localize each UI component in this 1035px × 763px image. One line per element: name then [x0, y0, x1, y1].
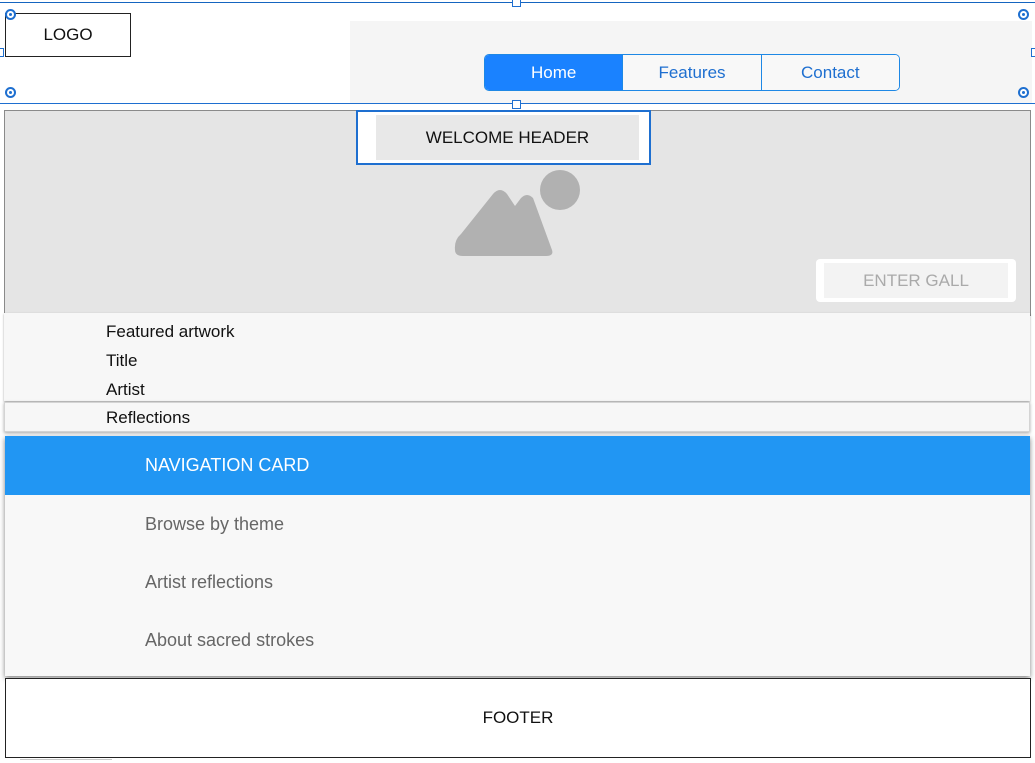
- nav-features-button[interactable]: Features: [622, 55, 761, 90]
- anchor-handle-bottom-right[interactable]: [1018, 87, 1029, 98]
- resize-handle-bottom[interactable]: [512, 100, 521, 109]
- nav-card-item-artist-reflections[interactable]: Artist reflections: [5, 553, 1030, 611]
- site-footer: FOOTER: [5, 678, 1031, 758]
- nav-button-group: Home Features Contact: [484, 54, 900, 91]
- featured-artwork-section: Featured artwork Title Artist: [4, 313, 1030, 401]
- resize-handle-right[interactable]: [1031, 48, 1035, 57]
- welcome-header[interactable]: WELCOME HEADER: [356, 110, 651, 165]
- nav-card-item-browse-by-theme[interactable]: Browse by theme: [5, 495, 1030, 553]
- logo[interactable]: LOGO: [5, 13, 131, 57]
- reflections-row[interactable]: Reflections: [4, 402, 1030, 432]
- artwork-artist: Artist: [106, 380, 145, 399]
- welcome-header-label: WELCOME HEADER: [376, 115, 639, 160]
- nav-card-item-about-sacred-strokes[interactable]: About sacred strokes: [5, 611, 1030, 669]
- featured-heading: Featured artwork: [106, 322, 235, 341]
- image-placeholder-icon: [454, 170, 580, 256]
- nav-home-button[interactable]: Home: [485, 55, 623, 90]
- nav-contact-button[interactable]: Contact: [760, 55, 899, 90]
- anchor-handle-bottom-left[interactable]: [5, 87, 16, 98]
- anchor-handle-top-left[interactable]: [5, 9, 16, 20]
- artwork-title: Title: [106, 351, 138, 370]
- reflections-label: Reflections: [106, 408, 191, 427]
- enter-gallery-label: ENTER GALL: [824, 263, 1008, 298]
- navigation-card-header: NAVIGATION CARD: [5, 436, 1030, 495]
- divider: [20, 759, 112, 763]
- anchor-handle-top-right[interactable]: [1018, 9, 1029, 20]
- enter-gallery-button[interactable]: ENTER GALL: [816, 259, 1016, 302]
- resize-handle-top[interactable]: [512, 0, 521, 7]
- resize-handle-left[interactable]: [0, 48, 4, 57]
- navigation-card: NAVIGATION CARD Browse by theme Artist r…: [5, 436, 1030, 676]
- site-header[interactable]: LOGO Home Features Contact: [0, 2, 1035, 104]
